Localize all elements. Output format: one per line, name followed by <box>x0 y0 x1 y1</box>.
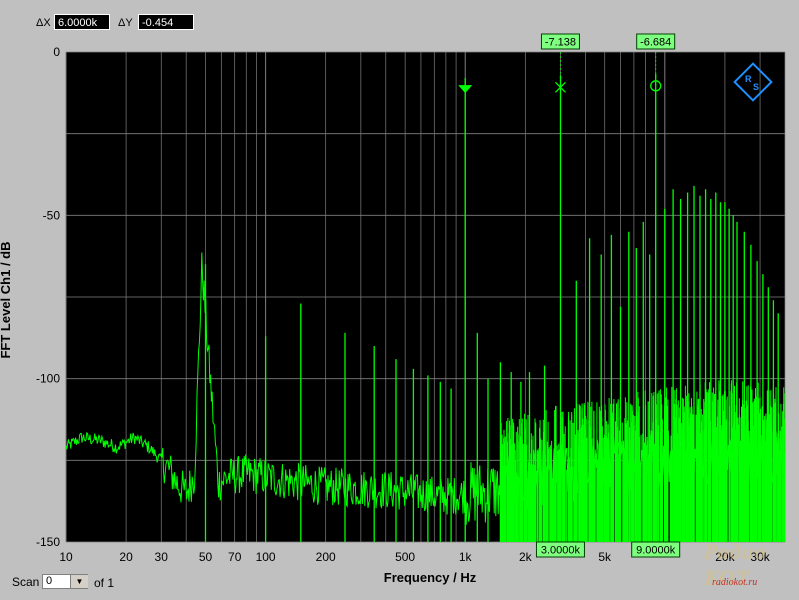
marker-1-frequency-flag-text: 3.0000k <box>541 545 581 557</box>
scan-label: Scan <box>12 575 40 589</box>
marker-1-level-flag-text: -7.138 <box>545 37 576 49</box>
marker-2-level-flag-text: -6.684 <box>640 37 671 49</box>
x-tick-label: 500 <box>395 550 415 564</box>
x-tick-label: 70 <box>228 550 242 564</box>
x-tick-label: 20 <box>119 550 133 564</box>
marker-1-level-flag[interactable]: -7.138 <box>540 33 580 50</box>
x-tick-label: 10 <box>59 550 73 564</box>
y-tick-label: 0 <box>53 45 60 59</box>
svg-text:R: R <box>745 74 752 84</box>
scan-of-label: of 1 <box>94 576 115 590</box>
marker-2-frequency-flag[interactable]: 9.0000k <box>631 541 681 558</box>
x-axis-title: Frequency / Hz <box>383 570 477 585</box>
chevron-down-icon[interactable]: ▼ <box>70 575 88 588</box>
x-tick-label: 50 <box>199 550 213 564</box>
fft-chart[interactable]: 10 20 30 50 70 100 200 500 1k 2k 5k 20k 30k0-50-100-… <box>0 0 799 600</box>
x-tick-label: 200 <box>316 550 336 564</box>
x-tick-label: 5k <box>598 550 612 564</box>
x-tick-label: 30 <box>155 550 169 564</box>
marker-1-frequency-flag[interactable]: 3.0000k <box>535 541 585 558</box>
marker-2-level-flag[interactable]: -6.684 <box>636 33 676 50</box>
marker-2-frequency-flag-text: 9.0000k <box>636 545 676 557</box>
x-tick-label: 100 <box>256 550 276 564</box>
x-tick-label: 2k <box>519 550 533 564</box>
y-tick-label: -50 <box>43 208 61 222</box>
y-tick-label: -100 <box>36 372 60 386</box>
y-tick-label: -150 <box>36 535 60 549</box>
watermark-url: radiokot.ru <box>712 577 758 588</box>
x-tick-label: 1k <box>459 550 473 564</box>
scan-value: 0 <box>46 575 53 587</box>
watermark-logo: Радио КОТ radiokot.ru <box>700 537 792 597</box>
svg-text:S: S <box>753 82 759 92</box>
